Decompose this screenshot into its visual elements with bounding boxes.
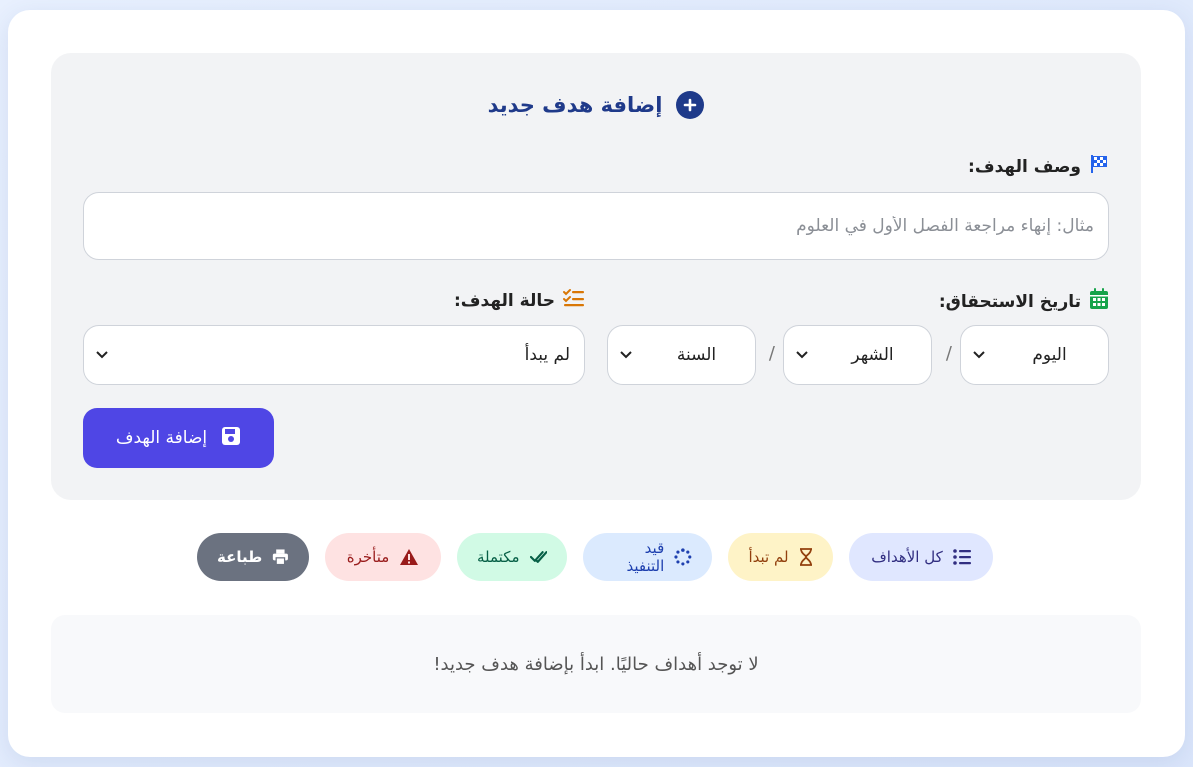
filter-not-started-button[interactable]: لم تبدأ xyxy=(728,533,833,581)
filter-in-progress-label: قيد التنفيذ xyxy=(626,539,665,575)
day-select-value: اليوم xyxy=(1032,345,1067,365)
double-check-icon xyxy=(529,551,547,563)
goals-list: لا توجد أهداف حاليًا. ابدأ بإضافة هدف جد… xyxy=(51,615,1141,713)
description-input[interactable] xyxy=(83,192,1109,260)
filter-in-progress-button[interactable]: قيد التنفيذ xyxy=(583,533,712,581)
month-select-value: الشهر xyxy=(851,345,894,365)
status-label-text: حالة الهدف: xyxy=(453,290,555,311)
chevron-down-icon xyxy=(973,351,985,359)
filter-all-label: كل الأهداف xyxy=(871,548,943,566)
status-select[interactable]: لم يبدأ xyxy=(83,325,585,385)
app-card: إضافة هدف جديد وصف الهدف: مثال: إنهاء مر… xyxy=(8,10,1185,757)
due-date-label: تاريخ الاستحقاق: xyxy=(939,288,1109,315)
list-check-icon xyxy=(563,288,585,313)
date-separator: / xyxy=(945,343,952,364)
filter-all-button[interactable]: كل الأهداف xyxy=(849,533,993,581)
flag-icon xyxy=(1089,154,1109,179)
calendar-icon xyxy=(1089,288,1109,315)
print-button-label: طباعة xyxy=(217,548,263,566)
add-goal-form: إضافة هدف جديد وصف الهدف: مثال: إنهاء مر… xyxy=(51,53,1141,500)
save-icon xyxy=(221,426,241,451)
form-title-text: إضافة هدف جديد xyxy=(487,93,663,117)
month-select[interactable]: الشهر xyxy=(783,325,932,385)
spinner-icon xyxy=(674,548,692,566)
year-select[interactable]: السنة xyxy=(607,325,756,385)
list-icon xyxy=(952,549,971,565)
due-date-label-text: تاريخ الاستحقاق: xyxy=(938,291,1081,312)
status-label: حالة الهدف: xyxy=(454,288,585,313)
year-select-value: السنة xyxy=(676,345,717,365)
add-goal-button-label: إضافة الهدف xyxy=(115,428,208,448)
filter-completed-label: مكتملة xyxy=(477,548,520,566)
filter-overdue-label: متأخرة xyxy=(346,548,390,566)
printer-icon xyxy=(273,549,289,566)
filter-bar: كل الأهداف لم تبدأ قيد التنفيذ مكتملة مت… xyxy=(197,533,993,581)
filter-completed-button[interactable]: مكتملة xyxy=(457,533,567,581)
print-button[interactable]: طباعة xyxy=(197,533,309,581)
filter-overdue-button[interactable]: متأخرة xyxy=(325,533,441,581)
hourglass-icon xyxy=(799,548,812,566)
chevron-down-icon xyxy=(620,351,632,359)
plus-circle-icon xyxy=(676,91,705,119)
description-label: وصف الهدف: xyxy=(968,154,1109,179)
add-goal-button[interactable]: إضافة الهدف xyxy=(83,408,274,468)
day-select[interactable]: اليوم xyxy=(960,325,1109,385)
chevron-down-icon xyxy=(96,351,108,359)
description-label-text: وصف الهدف: xyxy=(968,156,1081,177)
chevron-down-icon xyxy=(796,351,808,359)
date-separator: / xyxy=(768,343,775,364)
empty-state-message: لا توجد أهداف حاليًا. ابدأ بإضافة هدف جد… xyxy=(433,653,759,675)
status-select-value: لم يبدأ xyxy=(524,345,570,365)
filter-not-started-label: لم تبدأ xyxy=(748,548,789,566)
form-title: إضافة هدف جديد xyxy=(51,91,1141,119)
warning-icon xyxy=(400,549,419,565)
